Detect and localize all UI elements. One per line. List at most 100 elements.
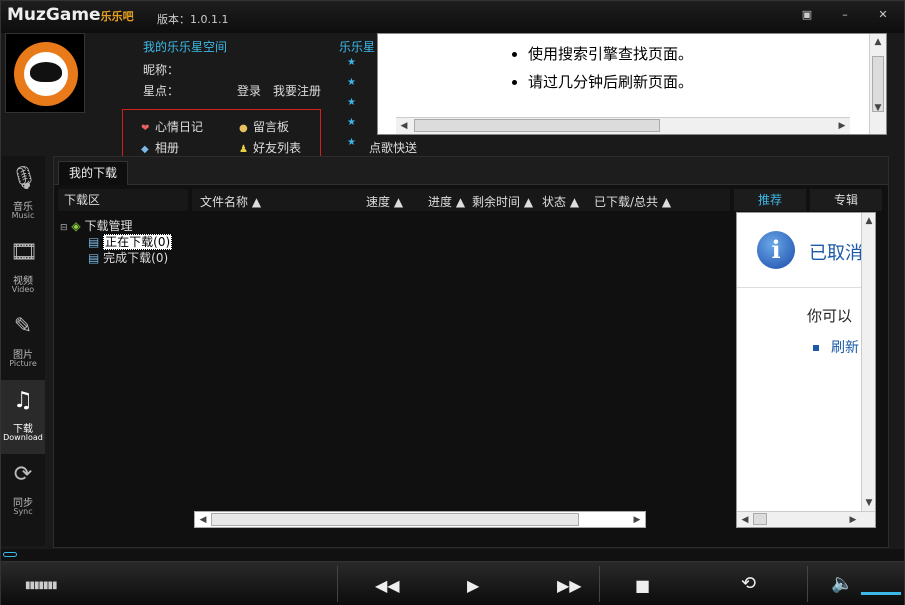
info-icon: i (757, 231, 795, 269)
points-label: 星点： (143, 84, 180, 98)
divider (807, 566, 808, 602)
play-icon[interactable]: ▶ (467, 576, 479, 595)
list-horizontal-scrollbar[interactable]: ◀ ▶ (194, 511, 646, 528)
sort-arrow-icon: ▲ (523, 195, 534, 209)
nav-sublabel: Picture (9, 359, 37, 368)
heart-icon: ❤ (141, 123, 150, 134)
tree-item-completed[interactable]: ▤ 完成下载(0) (88, 249, 168, 266)
close-icon[interactable]: ✕ (875, 7, 891, 23)
mood-diary-label: 心情日记 (155, 120, 204, 134)
space-title[interactable]: 我的乐乐星空间 (143, 38, 227, 55)
menu-dropdown-icon[interactable]: ▣ (799, 7, 815, 23)
col-label: 进度 (428, 195, 453, 209)
equalizer-icon[interactable]: ▮▮▮▮▮▮▮ (25, 580, 58, 591)
divider (337, 566, 338, 602)
tab-bar: 我的下载 (54, 157, 888, 185)
register-link[interactable]: 我要注册 (273, 82, 321, 99)
scroll-right-icon[interactable]: ▶ (834, 118, 850, 134)
scroll-up-icon[interactable]: ▲ (861, 213, 875, 229)
minimize-icon[interactable]: – (837, 7, 853, 23)
scroll-right-icon[interactable]: ▶ (629, 512, 645, 528)
side-horizontal-scrollbar[interactable]: ◀ ▶ (737, 511, 875, 527)
previous-icon[interactable]: ◀◀ (375, 576, 400, 595)
vertical-scrollbar[interactable]: ▲ ▼ (869, 34, 886, 134)
col-remaining[interactable]: 剩余时间 ▲ (472, 193, 533, 210)
star-bullet-icon: ★ (347, 117, 356, 128)
sync-icon: ⟳ (13, 462, 33, 487)
left-nav: 🎙 音乐 Music 🎞 视频 Video ✎ 图片 Picture ♫ 下载 … (1, 156, 45, 546)
divider (737, 287, 875, 288)
volume-icon[interactable]: 🔈 (831, 573, 853, 594)
tab-recommend[interactable]: 推荐 (734, 189, 806, 211)
avatar-inner (24, 52, 68, 96)
nav-item-music[interactable]: 🎙 音乐 Music (1, 158, 45, 232)
refresh-link[interactable]: 刷新 (831, 337, 859, 357)
star-bullet-icon: ★ (347, 137, 356, 148)
scroll-thumb[interactable] (753, 513, 767, 525)
stop-icon[interactable]: ■ (635, 576, 650, 595)
repeat-icon[interactable]: ⟲ (741, 573, 756, 594)
col-speed[interactable]: 速度 ▲ (366, 193, 403, 210)
scroll-down-icon[interactable]: ▼ (861, 495, 875, 511)
divider (599, 566, 600, 602)
error-suggestion-list: 使用搜索引擎查找页面。 请过几分钟后刷新页面。 (508, 40, 693, 96)
file-icon: ▤ (88, 235, 100, 249)
tab-album[interactable]: 专辑 (810, 189, 882, 211)
side-vertical-scrollbar[interactable]: ▲ ▼ (861, 213, 875, 513)
message-board-link[interactable]: ● 留言板 (239, 118, 289, 135)
col-progress[interactable]: 进度 ▲ (428, 193, 465, 210)
nav-item-video[interactable]: 🎞 视频 Video (1, 232, 45, 306)
download-icon: ♫ (13, 388, 33, 413)
sort-arrow-icon: ▲ (251, 195, 262, 209)
status-line (1, 549, 904, 561)
sort-arrow-icon: ▲ (455, 195, 466, 209)
volume-slider[interactable] (861, 592, 901, 595)
music-star-title[interactable]: 乐乐星 (339, 38, 375, 55)
friends-list-link[interactable]: ♟ 好友列表 (239, 139, 301, 156)
scroll-thumb[interactable] (211, 513, 579, 526)
star-bullet-icon: ★ (347, 77, 356, 88)
scroll-down-icon[interactable]: ▼ (870, 100, 886, 116)
sort-arrow-icon: ▲ (569, 195, 580, 209)
login-link[interactable]: 登录 (237, 82, 261, 99)
horizontal-scrollbar[interactable]: ◀ ▶ (396, 117, 850, 134)
col-downloaded[interactable]: 已下载/总共 ▲ (594, 193, 671, 210)
tree-item-label: 正在下载(0) (103, 234, 173, 250)
scroll-thumb[interactable] (414, 119, 660, 132)
col-status[interactable]: 状态 ▲ (542, 193, 579, 210)
next-icon[interactable]: ▶▶ (557, 576, 582, 595)
collapse-icon[interactable]: ⊟ (60, 223, 68, 233)
app-logo: MuzGame乐乐吧 (7, 5, 134, 25)
nav-sublabel: Music (11, 211, 35, 220)
error-suggestion: 使用搜索引擎查找页面。 (528, 40, 693, 68)
scroll-left-icon[interactable]: ◀ (737, 512, 753, 527)
app-window: MuzGame乐乐吧 版本：1.0.1.1 ▣ – ✕ 我的乐乐星空间 昵称： … (0, 0, 905, 605)
right-tabs: 推荐 专辑 (734, 189, 886, 211)
tree-root-label: 下载管理 (84, 219, 133, 233)
tree-root[interactable]: ⊟ ◈ 下载管理 (60, 217, 132, 234)
avatar[interactable] (5, 33, 85, 113)
tab-my-downloads[interactable]: 我的下载 (58, 161, 128, 185)
scroll-left-icon[interactable]: ◀ (195, 512, 211, 528)
tree-item-downloading[interactable]: ▤ 正在下载(0) (88, 233, 173, 250)
album-link[interactable]: ◆ 相册 (141, 139, 179, 156)
column-headers: 文件名称 ▲ 速度 ▲ 进度 ▲ 剩余时间 ▲ 状态 ▲ 已下载/总共 ▲ (192, 189, 730, 211)
nav-item-sync[interactable]: ⟳ 同步 Sync (1, 454, 45, 528)
mood-diary-link[interactable]: ❤ 心情日记 (141, 118, 203, 135)
col-label: 文件名称 (200, 195, 249, 209)
scroll-left-icon[interactable]: ◀ (396, 118, 412, 134)
friends-icon: ♟ (239, 144, 248, 155)
logo-text: MuzGame (7, 5, 101, 25)
nav-sublabel: Download (3, 433, 43, 442)
col-filename[interactable]: 文件名称 ▲ (200, 193, 261, 210)
jukebox-link[interactable]: 点歌快送 (369, 139, 417, 156)
col-label: 已下载/总共 (594, 195, 659, 209)
album-label: 相册 (155, 141, 180, 155)
nav-item-download[interactable]: ♫ 下载 Download (1, 380, 45, 454)
download-panel: 我的下载 下载区 ⊟ ◈ 下载管理 ▤ 正在下载(0) ▤ 完成下载(0) 文件… (53, 156, 889, 548)
scroll-right-icon[interactable]: ▶ (845, 512, 861, 527)
nav-item-picture[interactable]: ✎ 图片 Picture (1, 306, 45, 380)
scroll-up-icon[interactable]: ▲ (870, 34, 886, 50)
col-label: 状态 (542, 195, 567, 209)
tree-item-label: 完成下载(0) (103, 251, 169, 265)
